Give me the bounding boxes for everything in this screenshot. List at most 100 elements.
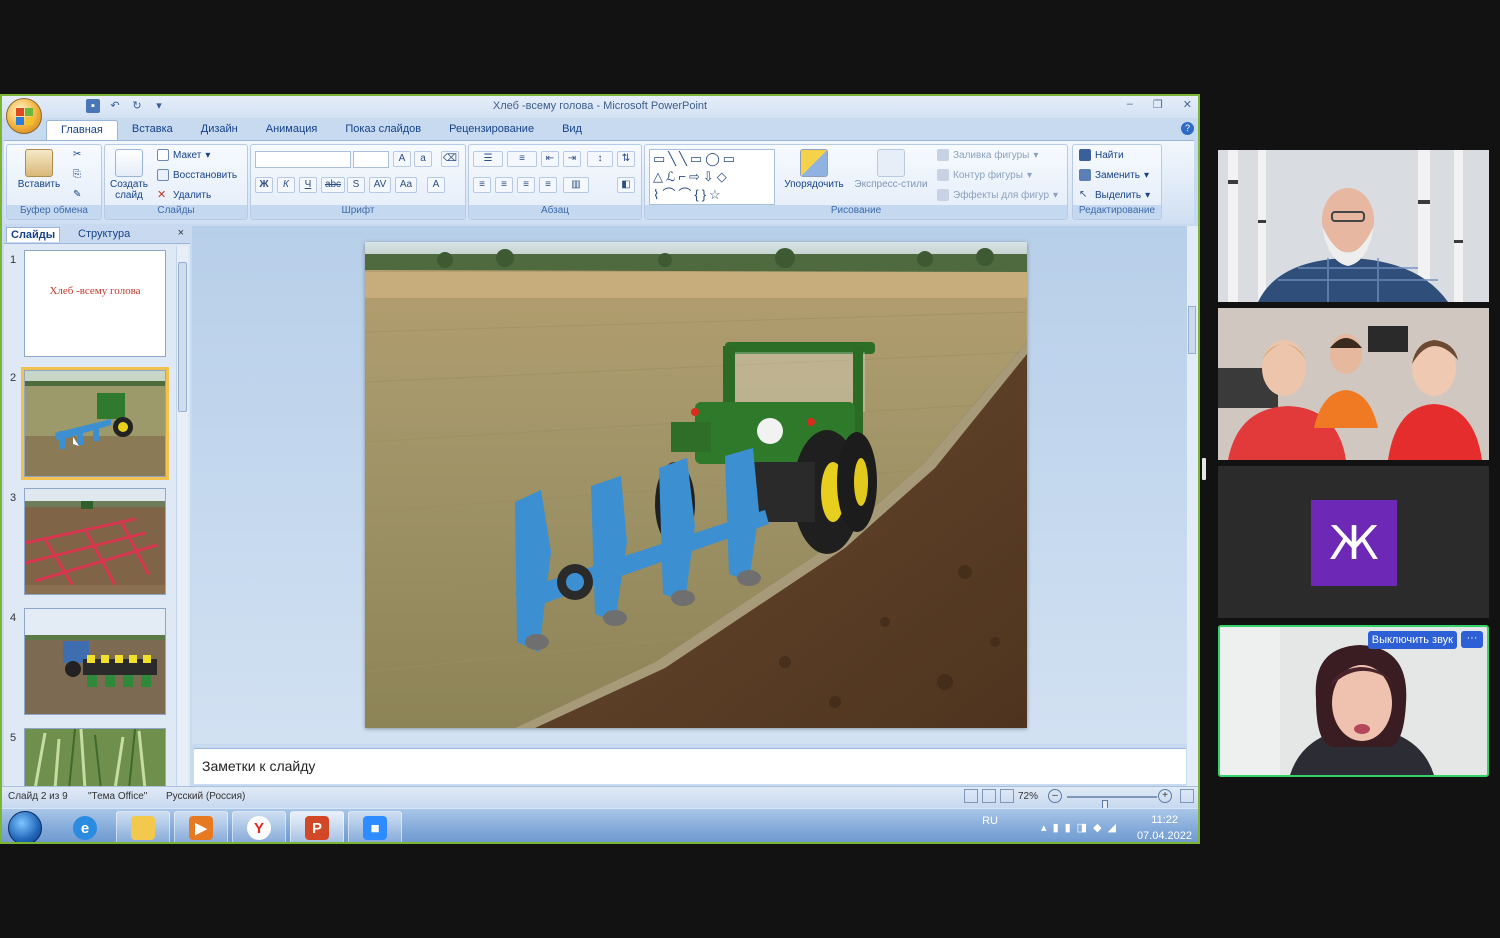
tab-slideshow[interactable]: Показ слайдов (331, 120, 435, 140)
reset-button[interactable]: Восстановить (157, 169, 237, 181)
select-button[interactable]: ↖ Выделить ▾ (1079, 189, 1150, 201)
smartart-icon[interactable]: ◧ (617, 177, 635, 193)
participant-video-1 (1218, 150, 1489, 302)
bold-button[interactable]: Ж (255, 177, 273, 193)
thumb-title: Хлеб -всему голова (49, 285, 141, 297)
numbering-icon[interactable]: ≡ (507, 151, 537, 167)
align-left-icon[interactable]: ≡ (473, 177, 491, 193)
align-center-icon[interactable]: ≡ (495, 177, 513, 193)
new-slide-button[interactable]: Создать слайд (107, 149, 151, 201)
normal-view-icon[interactable] (964, 789, 978, 803)
font-color-button[interactable]: A (427, 177, 445, 193)
close-icon[interactable]: ✕ (1183, 98, 1192, 111)
paste-button[interactable]: Вставить (15, 149, 63, 190)
shadow-button[interactable]: S (347, 177, 365, 193)
start-button[interactable] (8, 811, 42, 842)
editor-scrollbar[interactable] (1187, 226, 1198, 786)
split-view-handle[interactable] (1202, 458, 1206, 480)
tray-icons[interactable]: ▴▮▮◨◆◢ (1041, 821, 1122, 834)
font-name-field[interactable] (255, 151, 351, 168)
taskbar-internet-explorer[interactable]: e (58, 811, 112, 842)
pane-close-icon[interactable]: × (178, 227, 184, 239)
taskbar-powerpoint[interactable]: P (290, 811, 344, 842)
thumbnails-scroll-thumb[interactable] (178, 262, 187, 412)
thumbnails-scrollbar[interactable] (176, 246, 188, 786)
participant-tile-1[interactable] (1218, 150, 1489, 302)
maximize-icon[interactable]: ❐ (1153, 98, 1163, 111)
clear-format-icon[interactable]: ⌫ (441, 151, 459, 167)
justify-icon[interactable]: ≡ (539, 177, 557, 193)
columns-icon[interactable]: ▥ (563, 177, 589, 193)
clock-date[interactable]: 07.04.2022 (1137, 830, 1192, 842)
taskbar-zoom[interactable]: ■ (348, 811, 402, 842)
strikethrough-button[interactable]: abc (321, 177, 345, 193)
slide-thumbnail-5[interactable] (24, 728, 166, 786)
minimize-icon[interactable]: – (1127, 98, 1133, 111)
line-spacing-icon[interactable]: ↕ (587, 151, 613, 167)
shapes-gallery[interactable]: ▭╲╲▭◯▭ △ℒ⌐⇨⇩◇ ⌇⌒⌒{}☆ (649, 149, 775, 205)
zoom-in-icon[interactable]: + (1158, 789, 1172, 803)
taskbar-media-player[interactable]: ▶ (174, 811, 228, 842)
decrease-indent-icon[interactable]: ⇤ (541, 151, 559, 167)
editor-scroll-thumb[interactable] (1188, 306, 1196, 354)
zoom-slider[interactable] (1067, 796, 1157, 811)
more-options-button[interactable]: ··· (1461, 631, 1483, 648)
find-button[interactable]: Найти (1079, 149, 1124, 161)
taskbar-yandex-browser[interactable]: Y (232, 811, 286, 842)
clock-time[interactable]: 11:22 (1151, 814, 1178, 826)
shape-effects-button[interactable]: Эффекты для фигур ▾ (937, 189, 1058, 201)
slide-editor[interactable] (192, 226, 1187, 744)
text-direction-icon[interactable]: ⇅ (617, 151, 635, 167)
delete-slide-button[interactable]: ✕ Удалить (157, 189, 211, 201)
grow-font-icon[interactable]: A (393, 151, 411, 167)
tab-outline[interactable]: Структура (74, 227, 134, 241)
tab-review[interactable]: Рецензирование (435, 120, 548, 140)
mute-participant-button[interactable]: Выключить звук (1367, 631, 1457, 649)
zoom-level[interactable]: 72% (1018, 791, 1038, 802)
tab-home[interactable]: Главная (46, 120, 118, 140)
char-spacing-button[interactable]: AV (369, 177, 391, 193)
input-language[interactable]: RU (982, 815, 998, 827)
italic-button[interactable]: К (277, 177, 295, 193)
participant-tile-3[interactable]: Ж (1218, 466, 1489, 618)
layout-button[interactable]: Макет ▾ (157, 149, 210, 161)
participant-tile-4-active-speaker[interactable]: Выключить звук ··· (1218, 625, 1489, 777)
current-slide[interactable] (365, 242, 1027, 728)
notes-pane[interactable]: Заметки к слайду (194, 748, 1186, 784)
tab-design[interactable]: Дизайн (187, 120, 252, 140)
replace-button[interactable]: Заменить ▾ (1079, 169, 1149, 181)
quick-styles-button[interactable]: Экспресс-стили (851, 149, 931, 190)
shape-outline-button[interactable]: Контур фигуры ▾ (937, 169, 1032, 181)
slide-thumbnail-4[interactable] (24, 608, 166, 715)
bullets-icon[interactable]: ☰ (473, 151, 503, 167)
participant-tile-2[interactable] (1218, 308, 1489, 460)
fit-to-window-icon[interactable] (1180, 789, 1194, 803)
shape-fill-button[interactable]: Заливка фигуры ▾ (937, 149, 1038, 161)
increase-indent-icon[interactable]: ⇥ (563, 151, 581, 167)
copy-icon[interactable]: ⎘ (73, 169, 81, 180)
tab-view[interactable]: Вид (548, 120, 596, 140)
replace-icon (1079, 169, 1091, 181)
format-painter-icon[interactable]: ✎ (73, 189, 81, 200)
slideshow-view-icon[interactable] (1000, 789, 1014, 803)
tab-animation[interactable]: Анимация (252, 120, 332, 140)
arrange-button[interactable]: Упорядочить (781, 149, 847, 190)
slide-thumbnail-2[interactable] (21, 367, 169, 480)
zoom-out-icon[interactable]: – (1048, 789, 1062, 803)
slide-sorter-icon[interactable] (982, 789, 996, 803)
tab-insert[interactable]: Вставка (118, 120, 187, 140)
slide-thumbnail-3[interactable] (24, 488, 166, 595)
underline-button[interactable]: Ч (299, 177, 317, 193)
shrink-font-icon[interactable]: a (414, 151, 432, 167)
language-status[interactable]: Русский (Россия) (166, 791, 245, 802)
font-size-field[interactable] (353, 151, 389, 168)
office-button[interactable] (6, 98, 42, 134)
change-case-button[interactable]: Aa (395, 177, 417, 193)
taskbar-file-explorer[interactable] (116, 811, 170, 842)
tab-slides[interactable]: Слайды (6, 227, 61, 242)
help-icon[interactable]: ? (1181, 122, 1194, 135)
align-right-icon[interactable]: ≡ (517, 177, 535, 193)
drawing-group: ▭╲╲▭◯▭ △ℒ⌐⇨⇩◇ ⌇⌒⌒{}☆ Упорядочить Экспресс-… (644, 144, 1068, 220)
slide-thumbnail-1[interactable]: Хлеб -всему голова (24, 250, 166, 357)
cut-icon[interactable]: ✂ (73, 149, 81, 160)
